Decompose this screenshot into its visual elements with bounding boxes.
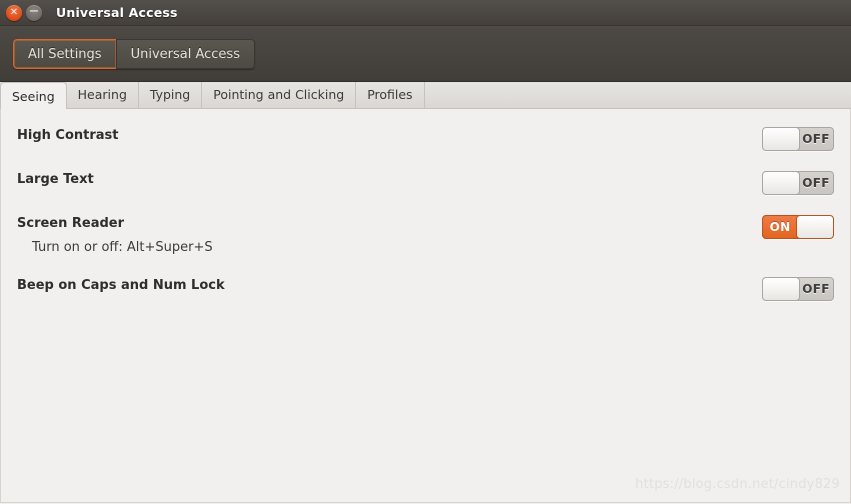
setting-labels: Large Text [17,171,94,189]
beep-on-caps-and-num-lock-toggle-state: OFF [802,282,830,296]
setting-labels: Screen Reader Turn on or off: Alt+Super+… [17,215,213,257]
all-settings-button[interactable]: All Settings [13,38,116,69]
screen-reader-toggle-state: ON [769,220,791,234]
setting-labels: High Contrast [17,127,119,145]
high-contrast-label: High Contrast [17,128,119,143]
screen-reader-shortcut-hint: Turn on or off: Alt+Super+S [32,240,213,255]
minimize-button[interactable]: − [26,3,42,21]
setting-row-beep-on-caps-and-num-lock: Beep on Caps and Num Lock OFF [17,277,834,301]
close-button[interactable]: ✕ [6,4,22,21]
toggle-knob [763,278,800,300]
titlebar: ✕ − Universal Access [0,0,851,26]
large-text-label: Large Text [17,172,94,187]
seeing-panel: High Contrast OFF Large Text OFF Screen … [0,109,851,503]
high-contrast-toggle-state: OFF [802,132,830,146]
high-contrast-toggle[interactable]: OFF [762,127,834,151]
toggle-knob [763,172,800,194]
window-title: Universal Access [56,5,178,20]
tab-seeing[interactable]: Seeing [0,82,67,109]
tab-pointing-and-clicking[interactable]: Pointing and Clicking [202,82,357,108]
tab-hearing[interactable]: Hearing [66,82,139,108]
setting-row-screen-reader: Screen Reader Turn on or off: Alt+Super+… [17,215,834,257]
toggle-knob [763,128,800,150]
universal-access-button[interactable]: Universal Access [115,38,255,69]
screen-reader-toggle[interactable]: ON [762,215,834,239]
tab-bar-filler [424,82,851,108]
universal-access-window: ✕ − Universal Access All Settings Univer… [0,0,851,504]
watermark: https://blog.csdn.net/cindy829 [635,477,840,492]
close-icon: ✕ [9,6,19,18]
screen-reader-label: Screen Reader [17,216,125,231]
large-text-toggle-state: OFF [802,176,830,190]
beep-on-caps-and-num-lock-label: Beep on Caps and Num Lock [17,278,225,293]
tab-typing[interactable]: Typing [138,82,203,108]
setting-row-large-text: Large Text OFF [17,171,834,195]
beep-on-caps-and-num-lock-toggle[interactable]: OFF [762,277,834,301]
minimize-icon: − [28,3,40,19]
toggle-knob [796,216,833,238]
tab-profiles[interactable]: Profiles [356,82,425,108]
setting-row-high-contrast: High Contrast OFF [17,127,834,151]
large-text-toggle[interactable]: OFF [762,171,834,195]
breadcrumb: All Settings Universal Access [13,38,255,69]
toolbar: All Settings Universal Access [0,26,851,82]
tab-bar: Seeing Hearing Typing Pointing and Click… [0,82,851,109]
setting-labels: Beep on Caps and Num Lock [17,277,225,295]
